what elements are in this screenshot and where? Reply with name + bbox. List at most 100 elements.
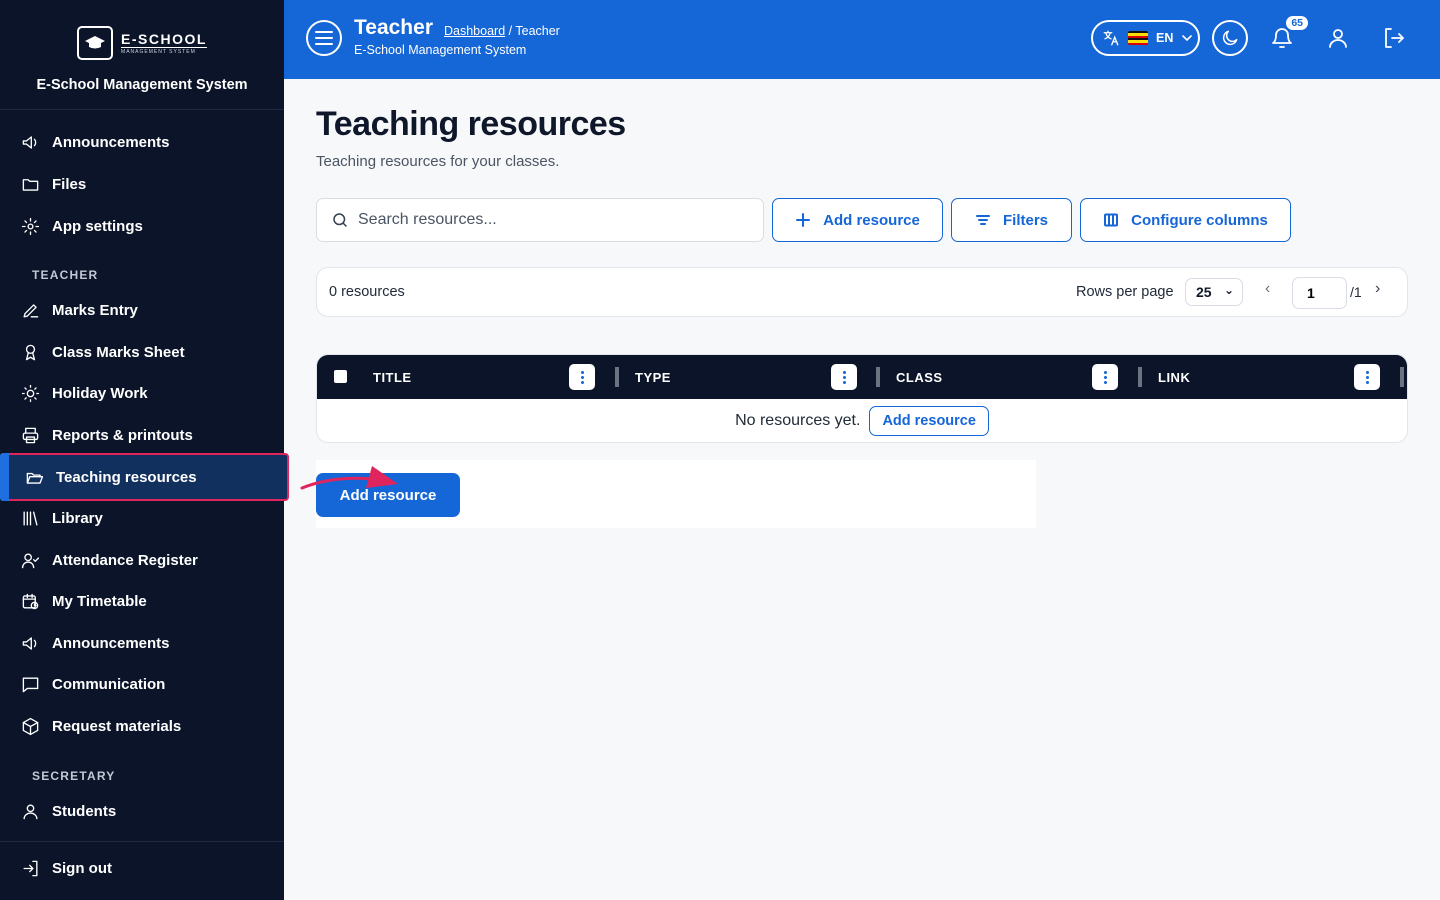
language-selector[interactable]: EN: [1091, 20, 1200, 56]
theme-toggle-button[interactable]: [1212, 20, 1248, 56]
filters-button[interactable]: Filters: [951, 198, 1072, 242]
brand: E-SCHOOL MANAGEMENT SYSTEM E-School Mana…: [0, 0, 284, 110]
sidebar-item-label: Teaching resources: [56, 468, 197, 486]
configure-columns-label: Configure columns: [1131, 211, 1268, 229]
sidebar-item-holiday-work[interactable]: Holiday Work: [0, 373, 284, 413]
gear-icon: [20, 216, 40, 236]
chevron-down-icon: [1182, 35, 1193, 42]
sidebar-item-announcements-teacher[interactable]: Announcements: [0, 623, 284, 663]
sign-out-icon: [20, 858, 40, 878]
column-menu-link[interactable]: [1354, 364, 1380, 390]
graduation-cap-icon: [77, 26, 114, 60]
moon-icon: [1222, 30, 1238, 46]
sidebar-item-reports-printouts[interactable]: Reports & printouts: [0, 415, 284, 455]
calendar-clock-icon: [20, 591, 40, 611]
pointer-arrow-icon: [300, 466, 398, 490]
top-header: Teacher Dashboard / Teacher E-School Man…: [284, 0, 1440, 79]
user-icon: [1329, 29, 1347, 48]
sign-out-button[interactable]: Sign out: [0, 848, 284, 888]
folder-open-icon: [24, 467, 44, 487]
sidebar-item-label: Request materials: [52, 717, 182, 735]
folder-icon: [20, 174, 40, 194]
next-page-button[interactable]: ›: [1375, 280, 1380, 298]
column-header-title[interactable]: TITLE: [373, 370, 412, 385]
flag-icon: [1128, 31, 1148, 45]
sidebar-item-attendance-register[interactable]: Attendance Register: [0, 540, 284, 580]
column-resize-handle[interactable]: [876, 367, 880, 387]
rows-per-page-value: 25: [1196, 284, 1212, 300]
sidebar-item-label: Files: [52, 175, 87, 193]
resource-count: 0 resources: [329, 284, 405, 300]
page-number-input[interactable]: [1292, 277, 1347, 309]
megaphone-icon: [20, 633, 40, 653]
logout-button[interactable]: [1376, 20, 1412, 56]
column-menu-type[interactable]: [831, 364, 857, 390]
sidebar: E-SCHOOL MANAGEMENT SYSTEM E-School Mana…: [0, 0, 289, 900]
profile-button[interactable]: [1320, 20, 1356, 56]
column-header-link[interactable]: LINK: [1158, 370, 1190, 385]
column-header-class[interactable]: CLASS: [896, 370, 943, 385]
column-menu-title[interactable]: [569, 364, 595, 390]
breadcrumb-dashboard-link[interactable]: Dashboard: [444, 24, 505, 38]
hamburger-icon: [315, 31, 333, 45]
sidebar-item-communication[interactable]: Communication: [0, 664, 284, 704]
sidebar-item-students[interactable]: Students: [0, 791, 284, 831]
sidebar-item-label: Communication: [52, 675, 166, 693]
column-menu-class[interactable]: [1092, 364, 1118, 390]
sidebar-item-files[interactable]: Files: [0, 164, 284, 204]
plus-icon: [796, 213, 811, 227]
sidebar-item-class-marks-sheet[interactable]: Class Marks Sheet: [0, 332, 284, 372]
empty-state: No resources yet. Add resource: [317, 399, 1407, 442]
add-resource-button[interactable]: Add resource: [772, 198, 943, 242]
empty-state-text: No resources yet.: [735, 412, 861, 429]
column-header-type[interactable]: TYPE: [635, 370, 671, 385]
resources-table: TITLE TYPE CLASS LINK No resources yet. …: [316, 354, 1408, 443]
rows-per-page-select[interactable]: 25 ⌄: [1185, 278, 1243, 306]
previous-page-button[interactable]: ‹: [1265, 280, 1270, 298]
notification-count-badge: 65: [1285, 15, 1309, 31]
sidebar-item-label: Marks Entry: [52, 301, 138, 319]
column-resize-handle[interactable]: [1138, 367, 1142, 387]
section-secretary: SECRETARY: [32, 769, 116, 783]
search-input[interactable]: [358, 211, 738, 229]
search-box: [316, 198, 764, 242]
select-all-checkbox[interactable]: [334, 370, 347, 383]
filters-label: Filters: [1002, 211, 1048, 229]
message-icon: [20, 674, 40, 694]
search-icon: [333, 213, 347, 227]
notifications-button[interactable]: 65: [1264, 15, 1309, 56]
column-resize-handle[interactable]: [615, 367, 619, 387]
menu-button[interactable]: [306, 20, 342, 56]
section-teacher: TEACHER: [32, 268, 99, 282]
sidebar-item-library[interactable]: Library: [0, 498, 284, 538]
app-name: E-School Management System: [36, 77, 248, 93]
megaphone-icon: [20, 132, 40, 152]
logout-icon: [1385, 28, 1404, 48]
logo-tagline: MANAGEMENT SYSTEM: [121, 46, 207, 55]
sidebar-item-my-timetable[interactable]: My Timetable: [0, 581, 284, 621]
columns-icon: [1104, 213, 1119, 227]
printer-icon: [20, 425, 40, 445]
sidebar-item-teaching-resources[interactable]: Teaching resources: [0, 453, 289, 501]
sidebar-item-app-settings[interactable]: App settings: [0, 206, 284, 246]
table-toolbar: 0 resources Rows per page 25 ⌄ ‹ /1 ›: [316, 267, 1408, 317]
sidebar-item-label: App settings: [52, 217, 143, 235]
sidebar-item-label: Attendance Register: [52, 551, 198, 569]
sidebar-item-request-materials[interactable]: Request materials: [0, 706, 284, 746]
column-resize-handle[interactable]: [1400, 367, 1404, 387]
header-title: Teacher: [354, 16, 433, 39]
pencil-icon: [20, 300, 40, 320]
sidebar-item-marks-entry[interactable]: Marks Entry: [0, 290, 284, 330]
configure-columns-button[interactable]: Configure columns: [1080, 198, 1291, 242]
logo[interactable]: E-SCHOOL MANAGEMENT SYSTEM: [77, 26, 207, 60]
sidebar-item-label: Library: [52, 509, 103, 527]
sidebar-item-label: Students: [52, 802, 117, 820]
empty-state-add-resource-button[interactable]: Add resource: [869, 406, 989, 436]
chevron-down-icon: ⌄: [1223, 283, 1234, 297]
breadcrumb: Dashboard / Teacher: [444, 24, 560, 38]
sign-out-label: Sign out: [52, 859, 112, 877]
sidebar-item-announcements[interactable]: Announcements: [0, 122, 284, 162]
language-code: EN: [1156, 31, 1174, 45]
sidebar-item-label: Holiday Work: [52, 384, 148, 402]
sidebar-item-label: Announcements: [52, 133, 170, 151]
